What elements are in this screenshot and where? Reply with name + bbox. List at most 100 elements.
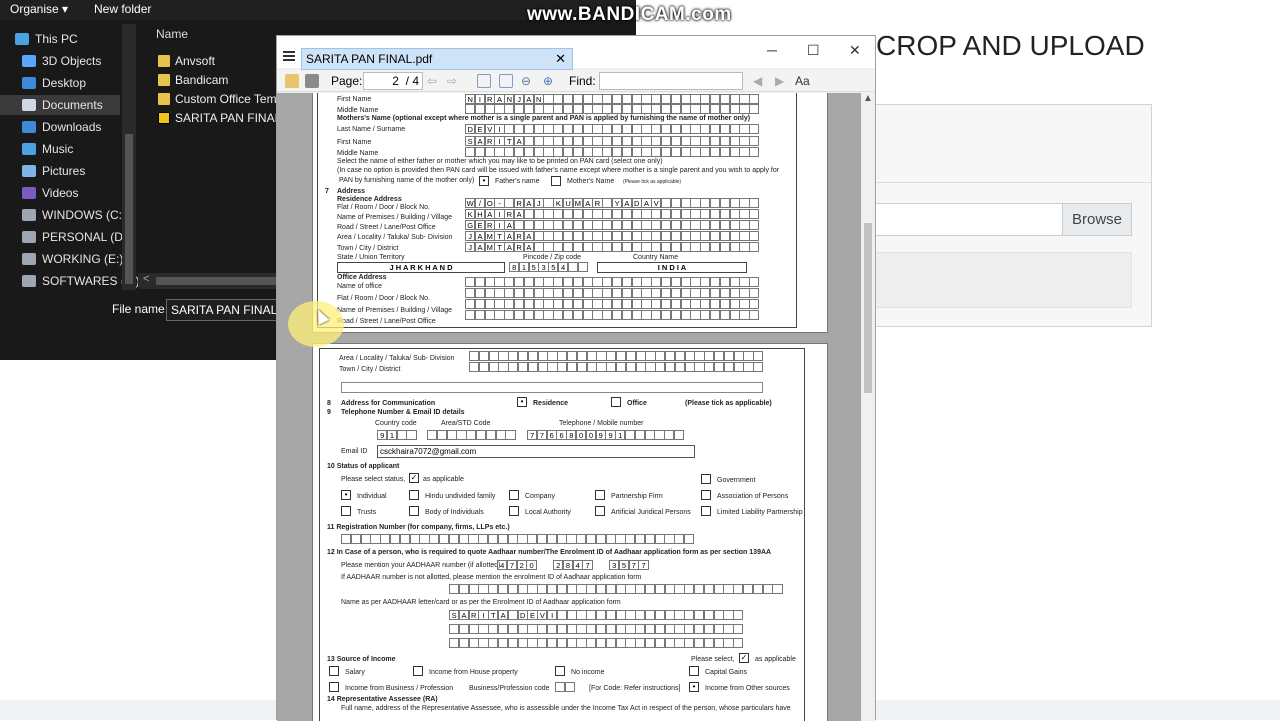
- nav-item[interactable]: WORKING (E:): [0, 249, 123, 269]
- form-cell: [533, 288, 544, 298]
- file-item-anvsoft[interactable]: Anvsoft: [158, 52, 215, 70]
- vscroll-thumb[interactable]: [864, 223, 872, 393]
- fit-page-icon[interactable]: [499, 74, 513, 88]
- nav-scrollbar[interactable]: [122, 24, 136, 290]
- file-item-bandicam[interactable]: Bandicam: [158, 71, 228, 89]
- nav-item[interactable]: PERSONAL (D:): [0, 227, 130, 247]
- income-tick-checkbox[interactable]: ✓: [739, 653, 749, 663]
- scroll-up-icon[interactable]: ▲: [863, 93, 873, 104]
- salary-checkbox[interactable]: [329, 666, 339, 676]
- page-number-input[interactable]: 2 / 4: [363, 72, 423, 90]
- nav-item[interactable]: SOFTWARES (F:): [0, 271, 140, 291]
- form-cell: [723, 362, 735, 372]
- hamburger-menu-icon[interactable]: [283, 51, 295, 53]
- ajp-checkbox[interactable]: [595, 506, 605, 516]
- find-next-icon[interactable]: ▶: [775, 74, 789, 88]
- aop-checkbox[interactable]: [701, 490, 711, 500]
- llp-checkbox[interactable]: [701, 506, 711, 516]
- house-property-checkbox[interactable]: [413, 666, 423, 676]
- form-cell: [546, 624, 558, 634]
- form-cell: [664, 584, 675, 594]
- hscroll-thumb[interactable]: [156, 277, 276, 285]
- form-cell: [582, 242, 593, 252]
- minimize-icon[interactable]: ─: [767, 42, 777, 58]
- document-tab[interactable]: SARITA PAN FINAL.pdf ✕: [301, 48, 573, 70]
- find-input[interactable]: [599, 72, 743, 90]
- local-authority-checkbox[interactable]: [509, 506, 519, 516]
- file-item-sarita-pan[interactable]: SARITA PAN FINAL: [158, 109, 281, 127]
- no-income-checkbox[interactable]: [555, 666, 565, 676]
- form-cell: [572, 94, 584, 104]
- nav-item[interactable]: WINDOWS (C:): [0, 205, 126, 225]
- form-cell: [670, 299, 682, 309]
- new-folder-button[interactable]: New folder: [94, 2, 151, 16]
- form-label: Address: [337, 188, 366, 195]
- other-sources-checkbox[interactable]: •: [689, 682, 699, 692]
- form-cell: [690, 104, 701, 114]
- nav-item[interactable]: This PC: [0, 29, 120, 49]
- individual-checkbox[interactable]: •: [341, 490, 351, 500]
- close-tab-icon[interactable]: ✕: [555, 49, 566, 69]
- form-cell: [749, 310, 760, 320]
- government-checkbox[interactable]: [701, 474, 711, 484]
- scroll-left-icon[interactable]: <: [143, 273, 149, 285]
- nav-item[interactable]: 3D Objects: [0, 51, 120, 71]
- form-cell: [729, 310, 740, 320]
- company-checkbox[interactable]: [509, 490, 519, 500]
- form-cell: S: [465, 136, 476, 146]
- form-cell: [733, 638, 744, 648]
- partnership-checkbox[interactable]: [595, 490, 605, 500]
- residence-checkbox[interactable]: •: [517, 397, 527, 407]
- form-cell: [602, 277, 613, 287]
- form-cell: [631, 277, 642, 287]
- form-cell: [670, 136, 682, 146]
- file-input[interactable]: [872, 203, 1064, 236]
- nav-scroll-thumb[interactable]: [125, 134, 133, 284]
- capital-gains-checkbox[interactable]: [689, 666, 699, 676]
- business-checkbox[interactable]: [329, 682, 339, 692]
- office-checkbox[interactable]: [611, 397, 621, 407]
- file-item-custom-office[interactable]: Custom Office Temp: [158, 90, 283, 108]
- open-icon[interactable]: [285, 74, 299, 88]
- form-cell: [465, 310, 476, 320]
- file-name-input[interactable]: SARITA PAN FINAL: [166, 299, 278, 321]
- form-cell: [602, 124, 613, 134]
- nav-item[interactable]: Documents: [0, 95, 120, 115]
- nav-item[interactable]: Desktop: [0, 73, 120, 93]
- nav-item[interactable]: Pictures: [0, 161, 120, 181]
- nav-item[interactable]: Videos: [0, 183, 120, 203]
- trusts-checkbox[interactable]: [341, 506, 351, 516]
- nav-item[interactable]: Music: [0, 139, 120, 159]
- form-cell: [533, 310, 544, 320]
- boi-checkbox[interactable]: [409, 506, 419, 516]
- mother-name-checkbox[interactable]: [551, 176, 561, 186]
- close-icon[interactable]: ✕: [849, 42, 861, 59]
- fit-width-icon[interactable]: [477, 74, 491, 88]
- form-label: 8: [327, 400, 331, 407]
- form-label: (In case no option is provided then PAN …: [337, 167, 780, 174]
- prev-page-icon[interactable]: ⇦: [427, 74, 441, 88]
- document-vscrollbar[interactable]: ▲: [861, 93, 875, 721]
- next-page-icon[interactable]: ⇨: [447, 74, 461, 88]
- form-cell: [523, 124, 535, 134]
- form-cell: [700, 242, 711, 252]
- match-case-icon[interactable]: Aa: [795, 74, 810, 88]
- form-cell: [621, 288, 633, 298]
- browse-button[interactable]: Browse: [1062, 203, 1132, 236]
- form-cell: [749, 277, 760, 287]
- father-name-checkbox[interactable]: •: [479, 176, 489, 186]
- column-header-name[interactable]: Name: [156, 27, 188, 41]
- file-list-hscrollbar[interactable]: <: [138, 273, 278, 289]
- form-cell: [615, 584, 626, 594]
- status-tick-checkbox[interactable]: ✓: [409, 473, 419, 483]
- find-prev-icon[interactable]: ◀: [753, 74, 767, 88]
- huf-checkbox[interactable]: [409, 490, 419, 500]
- document-area[interactable]: First Name NIRANJAN Middle Name Mothers'…: [277, 93, 861, 721]
- print-icon[interactable]: [305, 74, 319, 88]
- nav-item[interactable]: Downloads: [0, 117, 120, 137]
- zoom-out-icon[interactable]: ⊖: [521, 74, 535, 88]
- nav-item-label: Videos: [42, 186, 79, 200]
- zoom-in-icon[interactable]: ⊕: [543, 74, 557, 88]
- organise-button[interactable]: Organise ▾: [10, 2, 68, 16]
- maximize-icon[interactable]: ☐: [807, 42, 820, 59]
